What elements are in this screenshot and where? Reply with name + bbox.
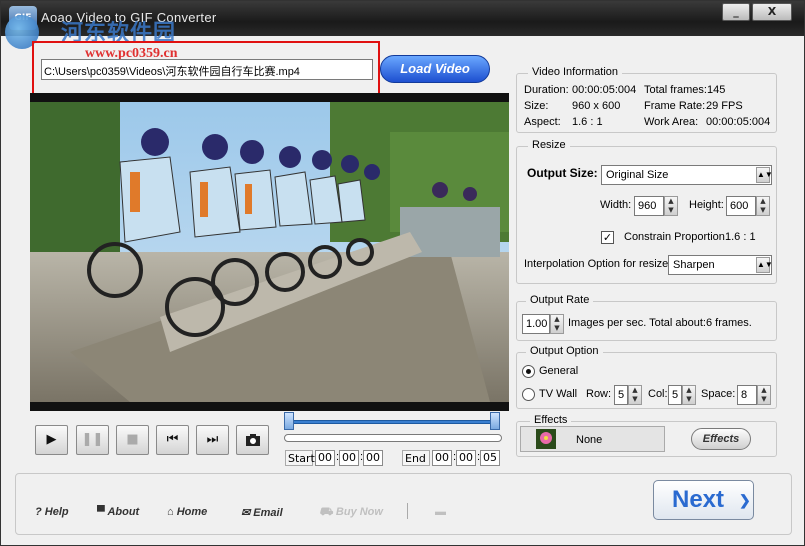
next-frame-button[interactable]: ⏭	[196, 425, 229, 455]
start-second[interactable]: 00	[363, 450, 383, 466]
width-spinner[interactable]: ▲ ▼	[664, 196, 678, 216]
general-radio[interactable]	[522, 365, 535, 378]
minimize-button[interactable]: _	[722, 3, 750, 21]
output-size-value: Original Size	[606, 169, 669, 181]
close-button[interactable]: X	[752, 3, 792, 21]
aspect-value: 1.6 : 1	[572, 116, 603, 128]
flower-icon	[536, 429, 556, 449]
user-icon: ▀	[97, 506, 105, 518]
output-size-label: Output Size:	[527, 166, 598, 180]
help-link[interactable]: ? Help	[35, 506, 69, 518]
col-label: Col:	[648, 388, 668, 400]
effects-value: None	[576, 434, 603, 446]
resize-title: Resize	[528, 139, 570, 151]
duration-value: 00:00:05:004	[572, 84, 637, 96]
app-window: GIF Aoao Video to GIF Converter _ X 河东软件…	[0, 0, 805, 546]
end-hour[interactable]: 00	[432, 450, 452, 466]
work-area-value: 00:00:05:004	[706, 116, 771, 128]
aspect-label: Aspect:	[524, 116, 561, 128]
stop-button[interactable]: ■	[116, 425, 149, 455]
output-rate-title: Output Rate	[526, 294, 594, 306]
pause-button[interactable]: ❚❚	[76, 425, 109, 455]
end-second[interactable]: 05	[480, 450, 500, 466]
total-frames-value: 145	[707, 84, 726, 96]
height-input[interactable]: 600	[726, 196, 756, 216]
tvwall-radio[interactable]	[522, 388, 535, 401]
tvwall-label: TV Wall	[539, 388, 578, 400]
work-area-start-handle[interactable]	[284, 412, 294, 430]
chevron-down-icon: ▲▼	[756, 257, 773, 273]
size-value: 960 x 600	[572, 100, 621, 112]
help-icon: ?	[35, 506, 42, 518]
about-link[interactable]: ▀ About	[97, 506, 139, 518]
space-label: Space:	[701, 388, 736, 400]
camera-icon	[245, 434, 260, 446]
col-input[interactable]: 5	[668, 385, 682, 405]
email-label: Email	[253, 507, 283, 519]
width-input[interactable]: 960	[634, 196, 664, 216]
output-rate-spinner[interactable]: ▲ ▼	[550, 314, 564, 334]
work-area-end-handle[interactable]	[490, 412, 500, 430]
constrain-value: 1.6 : 1	[725, 231, 756, 243]
interpolation-value: Sharpen	[673, 259, 715, 271]
constrain-checkbox[interactable]: ✓	[601, 231, 614, 244]
cart-icon: ⛟	[319, 506, 333, 518]
space-input[interactable]: 8	[737, 385, 757, 405]
buy-now-label: Buy Now	[335, 506, 383, 518]
output-option-title: Output Option	[526, 345, 603, 357]
chevron-down-icon: ▲▼	[756, 167, 773, 183]
output-rate-text: Images per sec. Total about:6 frames.	[568, 317, 752, 329]
end-minute[interactable]: 00	[456, 450, 476, 466]
home-icon: ⌂	[167, 506, 174, 518]
position-slider[interactable]	[284, 434, 502, 442]
home-label: Home	[176, 506, 208, 518]
help-label: Help	[44, 506, 69, 518]
effects-title: Effects	[530, 414, 572, 426]
start-hour[interactable]: 00	[315, 450, 335, 466]
end-label: End	[402, 450, 430, 466]
video-preview	[30, 93, 509, 411]
start-minute[interactable]: 00	[339, 450, 359, 466]
interpolation-label: Interpolation Option for resize:	[524, 258, 672, 270]
interpolation-select[interactable]: Sharpen ▲▼	[668, 255, 773, 275]
effects-button[interactable]: Effects	[691, 428, 751, 450]
snapshot-button[interactable]	[236, 425, 269, 455]
frame-rate-value: 29 FPS	[706, 100, 743, 112]
video-info-title: Video Information	[528, 66, 623, 78]
general-label: General	[539, 365, 579, 377]
height-spinner[interactable]: ▲ ▼	[756, 196, 770, 216]
col-spinner[interactable]: ▲ ▼	[682, 385, 696, 405]
envelope-icon: ✉	[241, 507, 251, 519]
frame-rate-label: Frame Rate:	[644, 100, 706, 112]
output-size-select[interactable]: Original Size ▲▼	[601, 165, 773, 185]
height-label: Height:	[689, 199, 724, 211]
row-label: Row:	[586, 388, 612, 400]
email-link[interactable]: ✉ Email	[241, 506, 283, 519]
constrain-label: Constrain Proportion	[624, 231, 725, 243]
video-frame-image	[30, 102, 509, 402]
home-link[interactable]: ⌂ Home	[167, 506, 207, 518]
about-label: About	[107, 506, 140, 518]
work-area-slider[interactable]	[287, 420, 500, 424]
total-frames-label: Total frames:	[644, 84, 707, 96]
effects-display: None	[520, 426, 665, 452]
chevron-right-icon: ❯	[739, 492, 751, 508]
size-label: Size:	[524, 100, 549, 112]
row-input[interactable]: 5	[614, 385, 628, 405]
row-spinner[interactable]: ▲ ▼	[628, 385, 642, 405]
start-label: Start	[285, 450, 315, 466]
divider	[407, 503, 408, 519]
buy-now-link[interactable]: ⛟ Buy Now	[319, 506, 383, 520]
work-area-label: Work Area:	[644, 116, 699, 128]
next-button[interactable]: Next ❯	[653, 480, 754, 520]
load-video-button[interactable]: Load Video	[380, 55, 490, 83]
output-rate-input[interactable]: 1.00	[522, 314, 550, 334]
next-label: Next	[672, 486, 725, 513]
prev-frame-button[interactable]: ⏮	[156, 425, 189, 455]
play-button[interactable]: ▶	[35, 425, 68, 455]
folder-icon[interactable]: ▬	[435, 506, 446, 518]
space-spinner[interactable]: ▲ ▼	[757, 385, 771, 405]
duration-label: Duration:	[524, 84, 569, 96]
width-label: Width:	[600, 199, 632, 211]
